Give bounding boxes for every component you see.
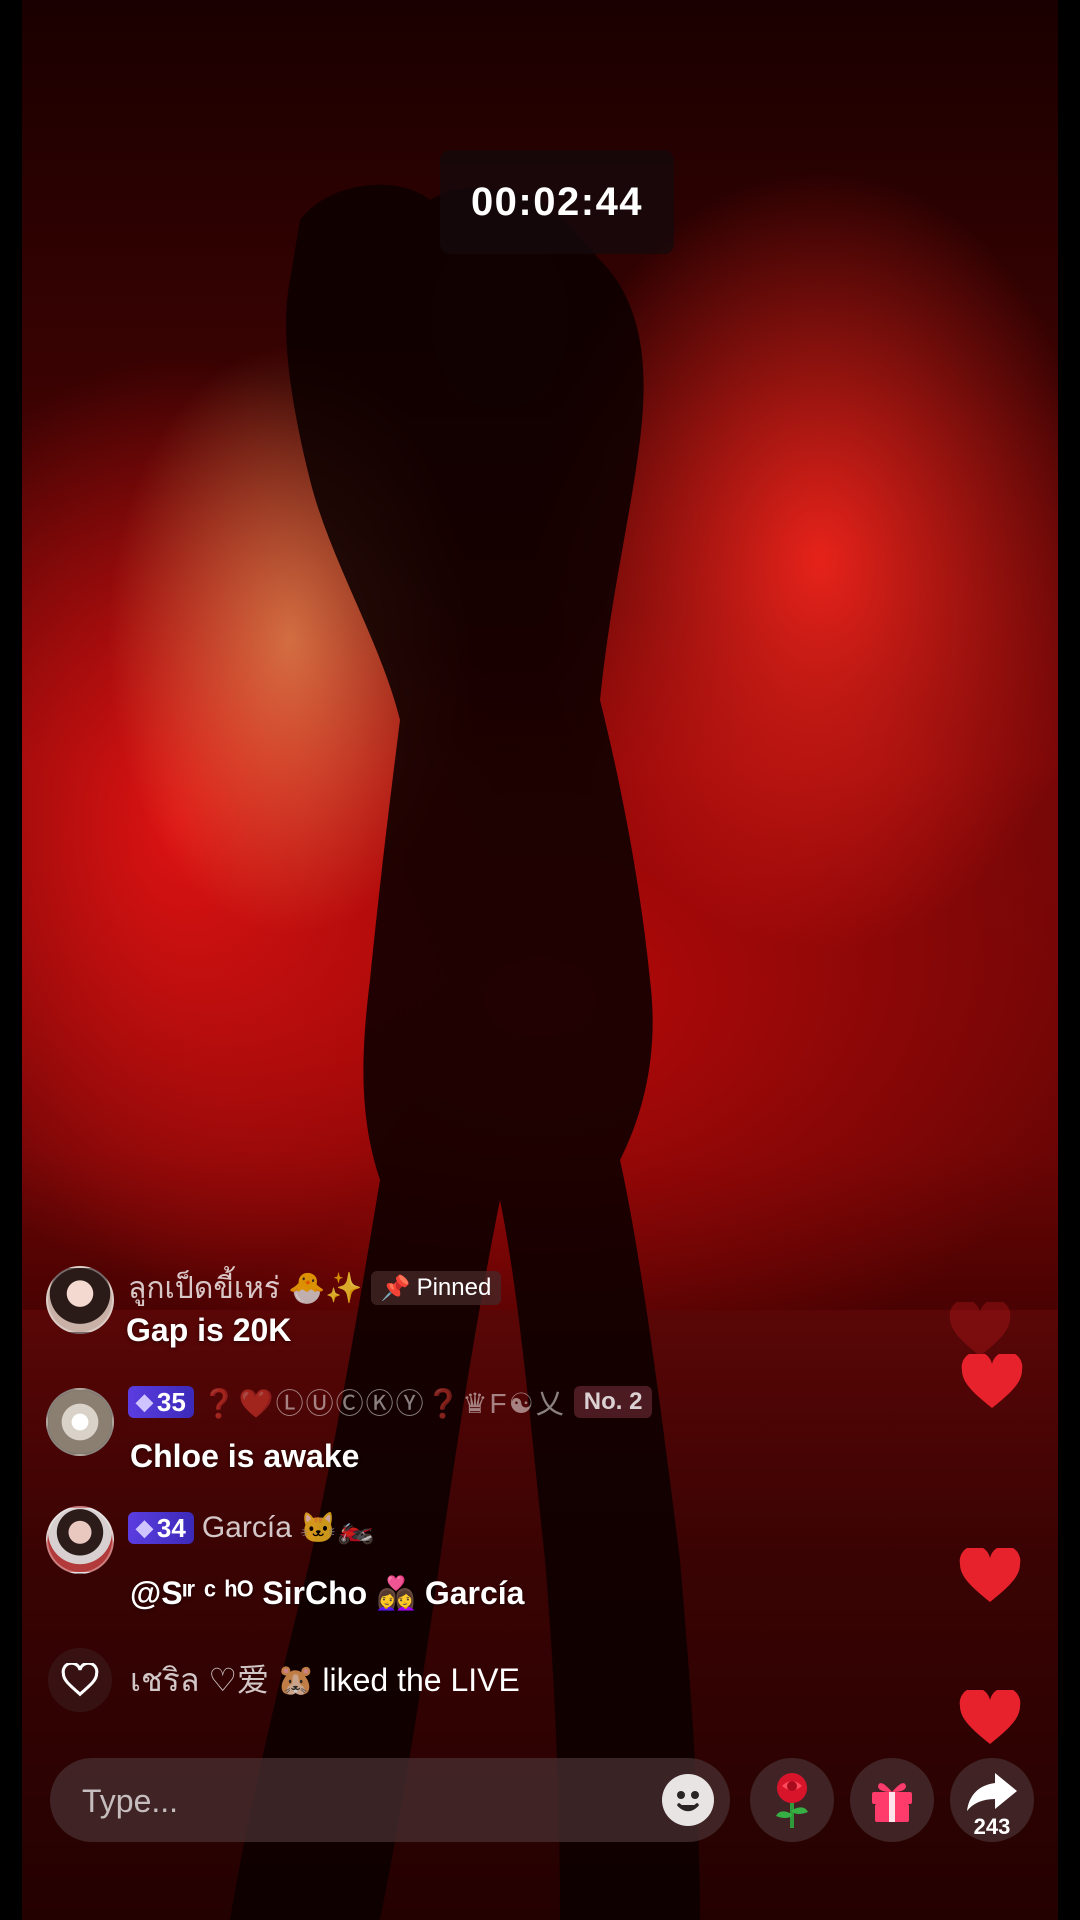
heart-outline-icon — [61, 1663, 99, 1697]
left-letterbox — [0, 0, 22, 1920]
avatar[interactable] — [46, 1506, 114, 1574]
pinned-badge: 📌 Pinned — [370, 1271, 502, 1305]
floating-heart-icon — [961, 1354, 1023, 1408]
comment-username[interactable]: ❓❤️ⓁⓊⒸⓀⓎ❓♛F☯乂 — [202, 1382, 566, 1422]
comment-text: Gap is 20K — [126, 1312, 292, 1348]
username-emoji: 🐣✨ — [287, 1271, 363, 1305]
floating-heart-icon — [959, 1548, 1021, 1602]
live-timer: 00:02:44 — [440, 150, 674, 254]
gift-box-icon — [872, 1783, 912, 1822]
floating-heart-icon — [959, 1690, 1021, 1744]
comment-composer[interactable] — [50, 1758, 730, 1844]
comment-username[interactable]: García — [202, 1511, 292, 1545]
comment-header: ◆ 34 García 🐱🏍️ — [128, 1508, 375, 1548]
emoji-button[interactable] — [662, 1774, 714, 1826]
level-number: 35 — [156, 1386, 186, 1417]
like-event-icon — [48, 1648, 112, 1712]
comment-text: @Sᶦʳ ᶜ ʰᴼ SirCho 👩‍❤️‍👩 García — [130, 1575, 525, 1611]
live-video-stage — [0, 0, 1080, 1920]
rose-gift-icon — [776, 1773, 808, 1828]
comment-input[interactable] — [80, 1758, 624, 1844]
comment-header: ลูกเป็ดขี้เหร่ 🐣✨ 📌 Pinned — [128, 1268, 502, 1308]
username-emoji: 🐱🏍️ — [299, 1511, 375, 1545]
level-number: 34 — [156, 1512, 186, 1543]
right-letterbox — [1058, 0, 1080, 1920]
performer-silhouette — [230, 184, 700, 1920]
gem-icon: ◆ — [136, 1389, 153, 1414]
rose-gift-button[interactable] — [750, 1758, 834, 1842]
comment-header: ◆ 35 ❓❤️ⓁⓊⒸⓀⓎ❓♛F☯乂 No. 2 — [128, 1382, 653, 1422]
share-button[interactable]: 243 — [950, 1758, 1034, 1842]
emoji-face-icon — [677, 1791, 699, 1812]
like-username[interactable]: เชริล ♡爱 — [130, 1655, 269, 1706]
gift-button[interactable] — [850, 1758, 934, 1842]
comment-text: Chloe is awake — [130, 1438, 360, 1474]
pinned-label: Pinned — [416, 1274, 492, 1301]
rank-badge: No. 2 — [573, 1386, 653, 1418]
bottom-action-bar: 243 — [0, 1758, 1080, 1844]
avatar[interactable] — [46, 1388, 114, 1456]
avatar[interactable] — [46, 1266, 114, 1334]
comment-username[interactable]: ลูกเป็ดขี้เหร่ — [128, 1265, 280, 1312]
like-event-line: เชริล ♡爱 🐹 liked the LIVE — [130, 1660, 520, 1700]
share-arrow-icon — [967, 1773, 1017, 1811]
pin-icon: 📌 — [380, 1274, 411, 1302]
level-badge: ◆ 35 — [128, 1386, 194, 1418]
floating-heart-icon — [949, 1302, 1011, 1356]
like-event-text: liked the LIVE — [322, 1661, 520, 1698]
share-count: 243 — [973, 1814, 1011, 1839]
gem-icon: ◆ — [136, 1515, 153, 1540]
like-username-emoji: 🐹 — [277, 1663, 315, 1697]
level-badge: ◆ 34 — [128, 1512, 194, 1544]
